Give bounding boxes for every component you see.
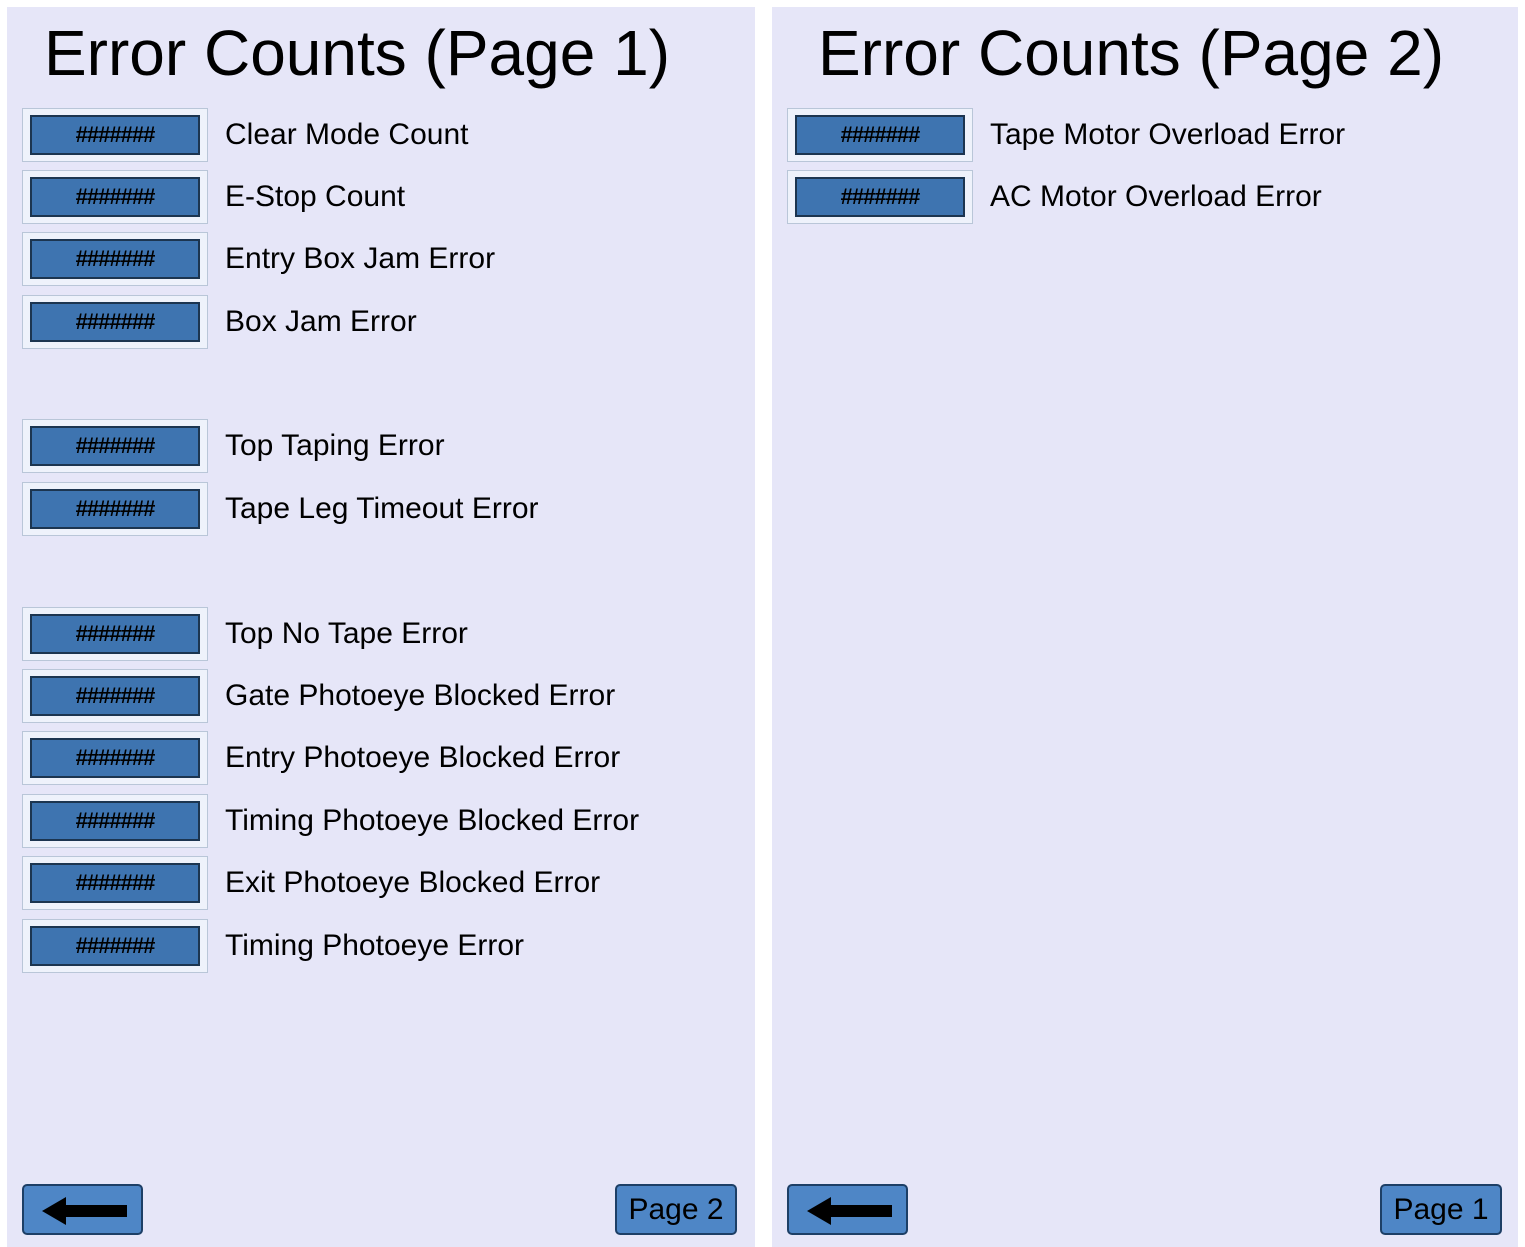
count-display[interactable]: #######	[30, 302, 200, 342]
counter-frame: #######	[22, 731, 208, 785]
error-row-exit-photoeye-blocked: ####### Exit Photoeye Blocked Error	[22, 856, 722, 914]
error-row-timing-photoeye-blocked: ####### Timing Photoeye Blocked Error	[22, 794, 722, 852]
page-title: Error Counts (Page 1)	[43, 17, 671, 89]
row-label: Clear Mode Count	[225, 118, 469, 151]
count-display[interactable]: #######	[30, 177, 200, 217]
count-display[interactable]: #######	[30, 239, 200, 279]
counter-frame: #######	[787, 170, 973, 224]
count-display[interactable]: #######	[30, 489, 200, 529]
page-2-button[interactable]: Page 2	[615, 1184, 737, 1235]
counter-frame: #######	[22, 419, 208, 473]
row-label: Box Jam Error	[225, 305, 417, 338]
row-label: Gate Photoeye Blocked Error	[225, 679, 616, 712]
count-display[interactable]: #######	[30, 115, 200, 155]
row-label: Timing Photoeye Blocked Error	[225, 804, 640, 837]
count-display[interactable]: #######	[795, 177, 965, 217]
error-row-box-jam: ####### Box Jam Error	[22, 295, 722, 353]
error-row-tape-leg-timeout: ####### Tape Leg Timeout Error	[22, 482, 722, 540]
error-counts-page-1-panel: Error Counts (Page 1) ####### Clear Mode…	[7, 7, 755, 1247]
count-display[interactable]: #######	[30, 426, 200, 466]
error-row-gate-photoeye-blocked: ####### Gate Photoeye Blocked Error	[22, 669, 722, 727]
counter-frame: #######	[787, 108, 973, 162]
page-title: Error Counts (Page 2)	[817, 17, 1445, 89]
counter-frame: #######	[22, 669, 208, 723]
row-label: Top No Tape Error	[225, 617, 468, 650]
row-label: Top Taping Error	[225, 429, 445, 462]
left-arrow-icon	[807, 1197, 892, 1225]
row-label: Timing Photoeye Error	[225, 929, 525, 962]
back-button[interactable]	[22, 1184, 143, 1235]
error-row-entry-photoeye-blocked: ####### Entry Photoeye Blocked Error	[22, 731, 722, 789]
error-row-e-stop-count: ####### E-Stop Count	[22, 170, 722, 228]
row-label: Entry Photoeye Blocked Error	[225, 741, 621, 774]
counter-frame: #######	[22, 607, 208, 661]
row-label: Entry Box Jam Error	[225, 242, 496, 275]
error-row-top-taping: ####### Top Taping Error	[22, 419, 722, 477]
counter-frame: #######	[22, 919, 208, 973]
row-label: Tape Leg Timeout Error	[225, 492, 539, 525]
error-row-top-no-tape: ####### Top No Tape Error	[22, 607, 722, 665]
error-row-tape-motor-overload: ####### Tape Motor Overload Error	[787, 108, 1487, 166]
count-display[interactable]: #######	[30, 676, 200, 716]
row-label: Exit Photoeye Blocked Error	[225, 866, 601, 899]
error-row-clear-mode-count: ####### Clear Mode Count	[22, 108, 722, 166]
count-display[interactable]: #######	[30, 863, 200, 903]
row-label: AC Motor Overload Error	[990, 180, 1322, 213]
count-display[interactable]: #######	[30, 614, 200, 654]
page-1-button[interactable]: Page 1	[1380, 1184, 1502, 1235]
error-counts-page-2-panel: Error Counts (Page 2) ####### Tape Motor…	[772, 7, 1518, 1247]
back-button[interactable]	[787, 1184, 908, 1235]
counter-frame: #######	[22, 170, 208, 224]
error-row-timing-photoeye: ####### Timing Photoeye Error	[22, 919, 722, 977]
counter-frame: #######	[22, 295, 208, 349]
counter-frame: #######	[22, 482, 208, 536]
count-display[interactable]: #######	[30, 738, 200, 778]
counter-frame: #######	[22, 108, 208, 162]
count-display[interactable]: #######	[795, 115, 965, 155]
counter-frame: #######	[22, 794, 208, 848]
left-arrow-icon	[42, 1197, 127, 1225]
counter-frame: #######	[22, 856, 208, 910]
row-label: Tape Motor Overload Error	[990, 118, 1346, 151]
error-row-entry-box-jam: ####### Entry Box Jam Error	[22, 232, 722, 290]
count-display[interactable]: #######	[30, 801, 200, 841]
counter-frame: #######	[22, 232, 208, 286]
error-row-ac-motor-overload: ####### AC Motor Overload Error	[787, 170, 1487, 228]
row-label: E-Stop Count	[225, 180, 406, 213]
count-display[interactable]: #######	[30, 926, 200, 966]
